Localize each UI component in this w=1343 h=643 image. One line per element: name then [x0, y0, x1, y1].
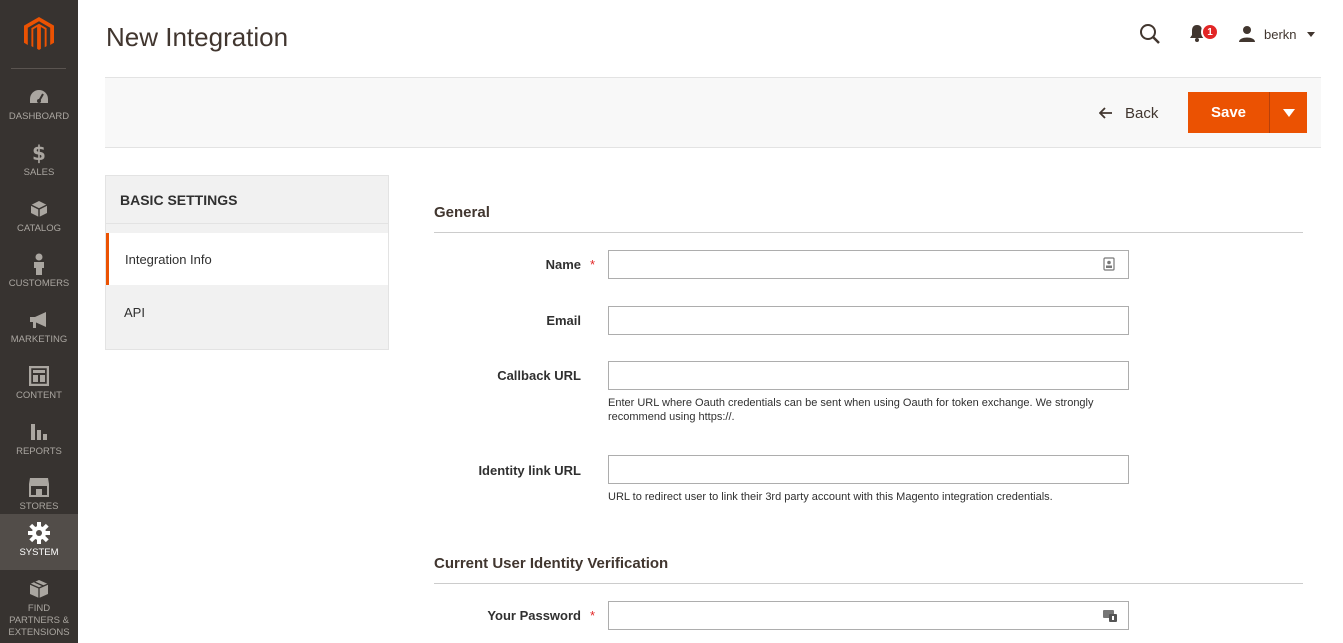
general-section-title: General	[434, 204, 490, 221]
tab-integration-info[interactable]: Integration Info	[106, 233, 388, 285]
sidebar-item-sales[interactable]: $ Sales	[0, 134, 78, 190]
sidebar-item-customers[interactable]: Customers	[0, 245, 78, 301]
password-label: Your Password	[487, 608, 581, 623]
identity-link-url-note: URL to redirect user to link their 3rd p…	[608, 491, 1053, 503]
section-divider	[434, 583, 1303, 584]
sidebar-item-content[interactable]: Content	[0, 357, 78, 413]
callback-url-note: Enter URL where Oauth credentials can be…	[608, 397, 1094, 423]
sidebar-item-system[interactable]: System	[0, 514, 78, 570]
password-key-icon	[1102, 607, 1117, 622]
bar-chart-icon	[28, 421, 50, 443]
sidebar-item-label: Sales	[23, 167, 55, 178]
callback-url-label: Callback URL	[497, 368, 581, 383]
gear-icon	[28, 522, 50, 544]
magento-logo[interactable]	[0, 0, 78, 68]
storefront-icon	[28, 476, 50, 498]
magento-logo-icon	[24, 17, 54, 50]
sidebar-item-label: Dashboard	[8, 111, 70, 122]
admin-sidebar: Dashboard $ Sales Catalog Customers Mark…	[0, 0, 78, 643]
tab-api[interactable]: API	[106, 286, 388, 338]
sidebar-item-label: Stores	[19, 501, 59, 512]
megaphone-icon	[28, 309, 50, 331]
page-title: New Integration	[106, 22, 289, 52]
save-split-button: Save	[1188, 92, 1307, 133]
required-marker: *	[590, 608, 596, 623]
sidebar-item-find-partners[interactable]: Find Partners & Extensions	[0, 570, 78, 640]
user-name: berkn	[1264, 26, 1297, 42]
layout-icon	[28, 365, 50, 387]
password-input[interactable]	[608, 601, 1129, 630]
chevron-down-icon	[1306, 31, 1315, 37]
sidebar-item-label: Content	[16, 390, 62, 401]
logo-divider	[11, 68, 66, 69]
save-button[interactable]: Save	[1188, 92, 1269, 133]
search-icon[interactable]	[1139, 23, 1161, 45]
name-label: Name	[545, 257, 581, 272]
identity-link-url-input[interactable]	[608, 455, 1129, 484]
sidebar-item-label: Catalog	[17, 223, 61, 234]
verification-section-title: Current User Identity Verification	[434, 555, 669, 572]
back-button-label: Back	[1125, 104, 1159, 122]
dollar-icon: $	[32, 141, 46, 165]
contact-card-icon	[1103, 257, 1117, 271]
email-input[interactable]	[608, 306, 1129, 335]
save-options-toggle[interactable]	[1269, 92, 1307, 133]
sidebar-item-catalog[interactable]: Catalog	[0, 190, 78, 246]
dashboard-icon	[28, 86, 50, 108]
notification-badge[interactable]: 1	[1201, 23, 1219, 41]
sidebar-item-label: System	[19, 547, 59, 558]
sidebar-item-label: Find Partners & Extensions	[8, 603, 70, 638]
arrow-left-icon	[1099, 107, 1112, 119]
sidebar-item-marketing[interactable]: Marketing	[0, 301, 78, 357]
person-icon	[28, 253, 50, 275]
page-actions-bar: Back Save	[105, 77, 1321, 148]
name-input[interactable]	[608, 250, 1129, 279]
sidebar-item-dashboard[interactable]: Dashboard	[0, 78, 78, 134]
callback-url-input[interactable]	[608, 361, 1129, 390]
tabs-title: Basic Settings	[106, 176, 388, 224]
identity-link-url-label: Identity link URL	[478, 463, 581, 478]
sidebar-item-label: Marketing	[10, 334, 68, 345]
settings-tabs: Basic Settings Integration Info API	[105, 175, 389, 350]
back-button[interactable]: Back	[1099, 102, 1158, 124]
user-icon	[1239, 26, 1255, 42]
sidebar-item-label: Customers	[8, 278, 70, 289]
section-divider	[434, 232, 1303, 233]
chevron-down-icon	[1282, 108, 1295, 117]
required-marker: *	[590, 257, 596, 272]
cube-icon	[28, 198, 50, 220]
boxes-icon	[28, 578, 50, 600]
email-label: Email	[546, 313, 581, 328]
sidebar-item-reports[interactable]: Reports	[0, 413, 78, 469]
sidebar-item-label: Reports	[16, 446, 62, 457]
user-menu[interactable]: berkn	[1238, 24, 1315, 44]
